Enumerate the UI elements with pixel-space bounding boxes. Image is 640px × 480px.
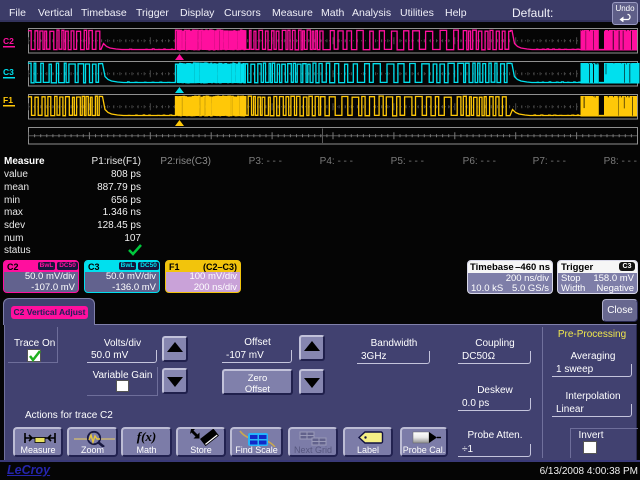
svg-text:C2: C2 [3,36,14,46]
svg-text:F1: F1 [3,95,13,105]
svg-text:C3: C3 [3,67,14,77]
